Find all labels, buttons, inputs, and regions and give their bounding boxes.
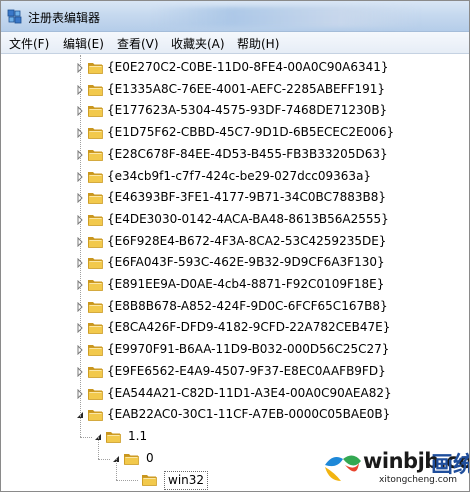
tree-guide-line xyxy=(80,436,92,438)
tree-item[interactable]: {EA544A21-C82D-11D1-A3E4-00A0C90AEA82} xyxy=(1,383,469,405)
tree-guide-line xyxy=(116,480,138,482)
tree-item-label: {E28C678F-84EE-4D53-B455-FB3B33205D63} xyxy=(107,146,388,161)
tree-item[interactable]: {E1D75F62-CBBD-45C7-9D1D-6B5ECEC2E006} xyxy=(1,122,469,144)
collapsed-triangle-icon[interactable] xyxy=(75,280,85,290)
tree-item-label: {EAB22AC0-30C1-11CF-A7EB-0000C05BAE0B} xyxy=(107,407,391,422)
folder-icon xyxy=(88,63,103,74)
tree-item-label: 1.1 xyxy=(128,428,148,443)
tree-item[interactable]: {E0E270C2-C0BE-11D0-8FE4-00A0C90A6341} xyxy=(1,57,469,79)
folder-icon xyxy=(88,345,103,356)
menu-help[interactable]: 帮助(H) xyxy=(237,35,279,52)
folder-icon xyxy=(88,106,103,118)
tree-item-label: {e34cb9f1-c7f7-424c-be29-027dcc09363a} xyxy=(107,168,372,183)
menu-bar: 文件(F) 编辑(E) 查看(V) 收藏夹(A) 帮助(H) xyxy=(1,32,469,54)
tree-item-label: {E9970F91-B6AA-11D9-B032-000D56C25C27} xyxy=(107,342,390,357)
tree-item-label: {EA544A21-C82D-11D1-A3E4-00A0C90AEA82} xyxy=(107,385,392,400)
tree-item[interactable]: {E9970F91-B6AA-11D9-B032-000D56C25C27} xyxy=(1,339,469,361)
folder-icon xyxy=(88,171,103,183)
tree-item[interactable]: {E6FA043F-593C-462E-9B32-9D9CF6A3F130} xyxy=(1,252,469,274)
tree-item[interactable]: {E28C678F-84EE-4D53-B455-FB3B33205D63} xyxy=(1,144,469,166)
collapsed-triangle-icon[interactable] xyxy=(75,128,85,139)
folder-icon xyxy=(88,280,103,291)
tree-guide-line xyxy=(98,458,110,460)
collapsed-triangle-icon[interactable] xyxy=(75,63,85,73)
tree-item-label: {E1335A8C-76EE-4001-AEFC-2285ABEFF191} xyxy=(107,81,385,96)
folder-icon xyxy=(88,193,103,205)
folder-icon xyxy=(88,366,103,378)
open-folder-icon xyxy=(124,453,139,465)
registry-editor-window: 注册表编辑器 文件(F) 编辑(E) 查看(V) 收藏夹(A) 帮助(H) {E… xyxy=(0,0,470,492)
tree-item-label: {E891EE9A-D0AE-4cb4-8871-F92C0109F18E} xyxy=(107,277,385,291)
folder-icon xyxy=(88,258,103,270)
tree-guide-line xyxy=(116,458,117,481)
tree-item[interactable]: {E9FE6562-E4A9-4507-9F37-E8EC0AAFB9FD} xyxy=(1,361,469,383)
tree-item[interactable]: {E8CA426F-DFD9-4182-9CFD-22A782CEB47E} xyxy=(1,317,469,339)
collapsed-triangle-icon[interactable] xyxy=(75,301,85,312)
menu-file[interactable]: 文件(F) xyxy=(9,35,49,52)
site-watermark: winbjb.com 画统城 xitongcheng.com xyxy=(319,439,469,491)
watermark-url: xitongcheng.com xyxy=(379,475,457,485)
tree-item-label: {E8CA426F-DFD9-4182-9CFD-22A782CEB47E} xyxy=(107,320,391,335)
title-bar[interactable]: 注册表编辑器 xyxy=(1,1,469,32)
tree-item[interactable]: {E891EE9A-D0AE-4cb4-8871-F92C0109F18E} xyxy=(1,274,469,296)
windows-logo-icon xyxy=(325,455,361,481)
tree-item-label: {E0E270C2-C0BE-11D0-8FE4-00A0C90A6341} xyxy=(107,60,389,74)
tree-guide-line xyxy=(80,414,81,437)
tree-item-label-selected: win32 xyxy=(164,471,209,491)
tree-item[interactable]: {E4DE3030-0142-4ACA-BA48-8613B56A2555} xyxy=(1,209,469,231)
tree-item[interactable]: {E46393BF-3FE1-4177-9B71-34C0BC7883B8} xyxy=(1,187,469,209)
collapsed-triangle-icon[interactable] xyxy=(75,366,85,377)
tree-item[interactable]: {E177623A-5304-4575-93DF-7468DE71230B} xyxy=(1,100,469,122)
folder-icon xyxy=(88,128,103,139)
folder-icon xyxy=(88,323,103,335)
open-folder-icon xyxy=(88,410,103,422)
collapsed-triangle-icon[interactable] xyxy=(75,323,85,334)
tree-guide-line xyxy=(98,436,99,459)
menu-view[interactable]: 查看(V) xyxy=(117,35,159,52)
tree-item-label: {E6F928E4-B672-4F3A-8CA2-53C4259235DE} xyxy=(107,233,387,248)
collapsed-triangle-icon[interactable] xyxy=(75,236,85,247)
collapsed-triangle-icon[interactable] xyxy=(75,84,85,95)
collapsed-triangle-icon[interactable] xyxy=(75,345,85,356)
tree-item-label: {E9FE6562-E4A9-4507-9F37-E8EC0AAFB9FD} xyxy=(107,363,386,378)
tree-item-label: {E1D75F62-CBBD-45C7-9D1D-6B5ECEC2E006} xyxy=(107,125,395,140)
tree-item-label: {E4DE3030-0142-4ACA-BA48-8613B56A2555} xyxy=(107,211,389,226)
tree-item-label: {E46393BF-3FE1-4177-9B71-34C0BC7883B8} xyxy=(107,190,386,205)
open-folder-icon xyxy=(106,431,121,443)
tree-item[interactable]: {E8B8B678-A852-424F-9D0C-6FCF65C167B8} xyxy=(1,296,469,318)
folder-icon xyxy=(88,236,103,248)
menu-edit[interactable]: 编辑(E) xyxy=(63,35,104,52)
folder-icon xyxy=(142,475,157,487)
menu-favorites[interactable]: 收藏夹(A) xyxy=(171,35,225,52)
folder-icon xyxy=(88,214,103,226)
registry-editor-app-icon xyxy=(7,9,22,24)
collapsed-triangle-icon[interactable] xyxy=(75,388,85,399)
collapsed-triangle-icon[interactable] xyxy=(75,171,85,182)
collapsed-triangle-icon[interactable] xyxy=(75,258,85,269)
folder-icon xyxy=(88,84,103,96)
title-bar-glass xyxy=(151,7,421,27)
tree-item[interactable]: {E1335A8C-76EE-4001-AEFC-2285ABEFF191} xyxy=(1,79,469,101)
tree-item-label: {E177623A-5304-4575-93DF-7468DE71230B} xyxy=(107,103,388,118)
tree-item[interactable]: {EAB22AC0-30C1-11CF-A7EB-0000C05BAE0B} xyxy=(1,404,469,426)
tree-item-label: {E8B8B678-A852-424F-9D0C-6FCF65C167B8} xyxy=(107,298,388,313)
collapsed-triangle-icon[interactable] xyxy=(75,193,85,204)
folder-icon xyxy=(88,301,103,313)
collapsed-triangle-icon[interactable] xyxy=(75,149,85,160)
tree-item-label: 0 xyxy=(146,450,154,465)
folder-icon xyxy=(88,149,103,161)
collapsed-triangle-icon[interactable] xyxy=(75,214,85,225)
tree-item[interactable]: {e34cb9f1-c7f7-424c-be29-027dcc09363a} xyxy=(1,166,469,188)
folder-icon xyxy=(88,388,103,400)
registry-key-tree[interactable]: {E0E270C2-C0BE-11D0-8FE4-00A0C90A6341} {E… xyxy=(1,55,469,491)
tree-item-label: {E6FA043F-593C-462E-9B32-9D9CF6A3F130} xyxy=(107,255,385,270)
collapsed-triangle-icon[interactable] xyxy=(75,106,85,117)
window-title: 注册表编辑器 xyxy=(28,11,101,25)
tree-item[interactable]: {E6F928E4-B672-4F3A-8CA2-53C4259235DE} xyxy=(1,231,469,253)
